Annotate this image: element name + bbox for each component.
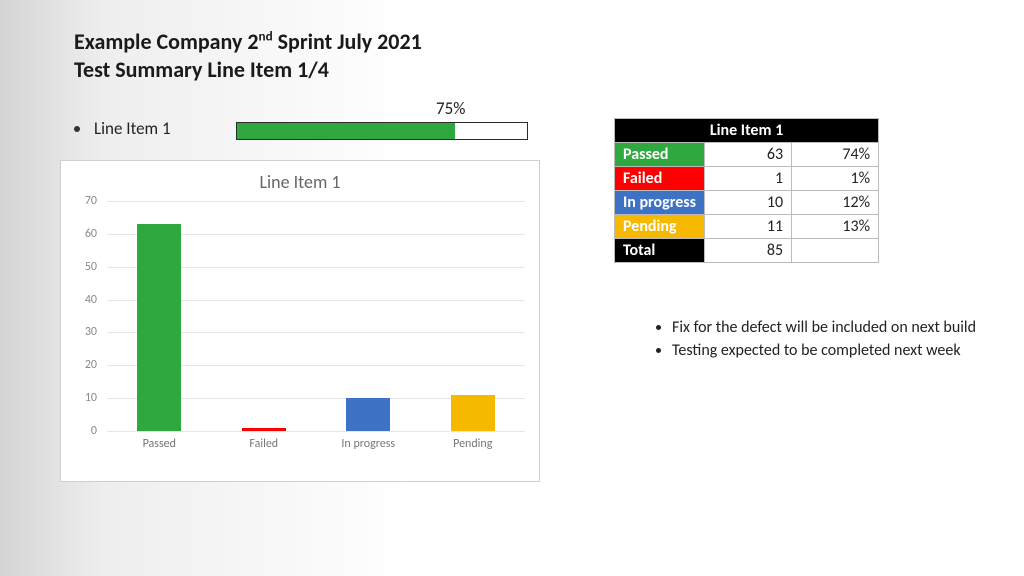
chart-bar — [137, 224, 181, 431]
bar-chart: Line Item 1 010203040506070 PassedFailed… — [60, 160, 540, 482]
x-tick-label: In progress — [341, 437, 395, 451]
title-line1-post: Sprint July 2021 — [273, 28, 422, 55]
table-row-pct: 1% — [792, 167, 879, 191]
y-tick-label: 30 — [67, 325, 97, 339]
table-row-label: Failed — [615, 167, 705, 191]
note-item: Fix for the defect will be included on n… — [672, 318, 976, 337]
progress-bar-fill — [237, 123, 455, 139]
table-row: Pending1113% — [615, 215, 879, 239]
table-row-pct: 74% — [792, 143, 879, 167]
x-tick-label: Pending — [453, 437, 492, 451]
chart-plot-area: 010203040506070 — [107, 201, 525, 431]
table-row-pct: 13% — [792, 215, 879, 239]
table-row: In progress1012% — [615, 191, 879, 215]
notes-list: Fix for the defect will be included on n… — [614, 318, 976, 364]
table-row: Passed6374% — [615, 143, 879, 167]
table-row-count: 1 — [705, 167, 792, 191]
table-row-label: Passed — [615, 143, 705, 167]
table-row-label: In progress — [615, 191, 705, 215]
table-total-count: 85 — [705, 239, 792, 263]
y-tick-label: 10 — [67, 391, 97, 405]
table-total-label: Total — [615, 239, 705, 263]
slide-title: Example Company 2nd Sprint July 2021 Tes… — [74, 28, 422, 83]
table-row: Failed11% — [615, 167, 879, 191]
progress-bar-track — [236, 122, 528, 140]
summary-table: Line Item 1 Passed6374%Failed11%In progr… — [614, 118, 879, 263]
table-row-count: 11 — [705, 215, 792, 239]
y-tick-label: 70 — [67, 194, 97, 208]
title-line1-pre: Example Company 2 — [74, 28, 259, 55]
table-row-label: Pending — [615, 215, 705, 239]
table-row-count: 63 — [705, 143, 792, 167]
table-header: Line Item 1 — [615, 119, 879, 143]
table-total-pct — [792, 239, 879, 263]
y-tick-label: 50 — [67, 260, 97, 274]
chart-title: Line Item 1 — [61, 171, 539, 193]
title-line2: Test Summary Line Item 1/4 — [74, 56, 329, 83]
chart-bar — [451, 395, 495, 431]
table-row-pct: 12% — [792, 191, 879, 215]
bullet-dot-icon — [74, 126, 80, 132]
y-tick-label: 40 — [67, 293, 97, 307]
y-tick-label: 60 — [67, 227, 97, 241]
x-tick-label: Passed — [143, 437, 176, 451]
title-line1-ordinal: nd — [259, 28, 273, 45]
progress-percent-label: 75% — [436, 98, 465, 119]
chart-bar — [242, 428, 286, 431]
y-tick-label: 20 — [67, 358, 97, 372]
x-tick-label: Failed — [249, 437, 278, 451]
note-item: Testing expected to be completed next we… — [672, 341, 976, 360]
line-item-label: Line Item 1 — [94, 118, 171, 139]
line-item-bullet: Line Item 1 — [74, 118, 171, 139]
y-tick-label: 0 — [67, 424, 97, 438]
table-row-count: 10 — [705, 191, 792, 215]
progress-bar: 75% — [236, 122, 526, 140]
chart-bar — [346, 398, 390, 431]
